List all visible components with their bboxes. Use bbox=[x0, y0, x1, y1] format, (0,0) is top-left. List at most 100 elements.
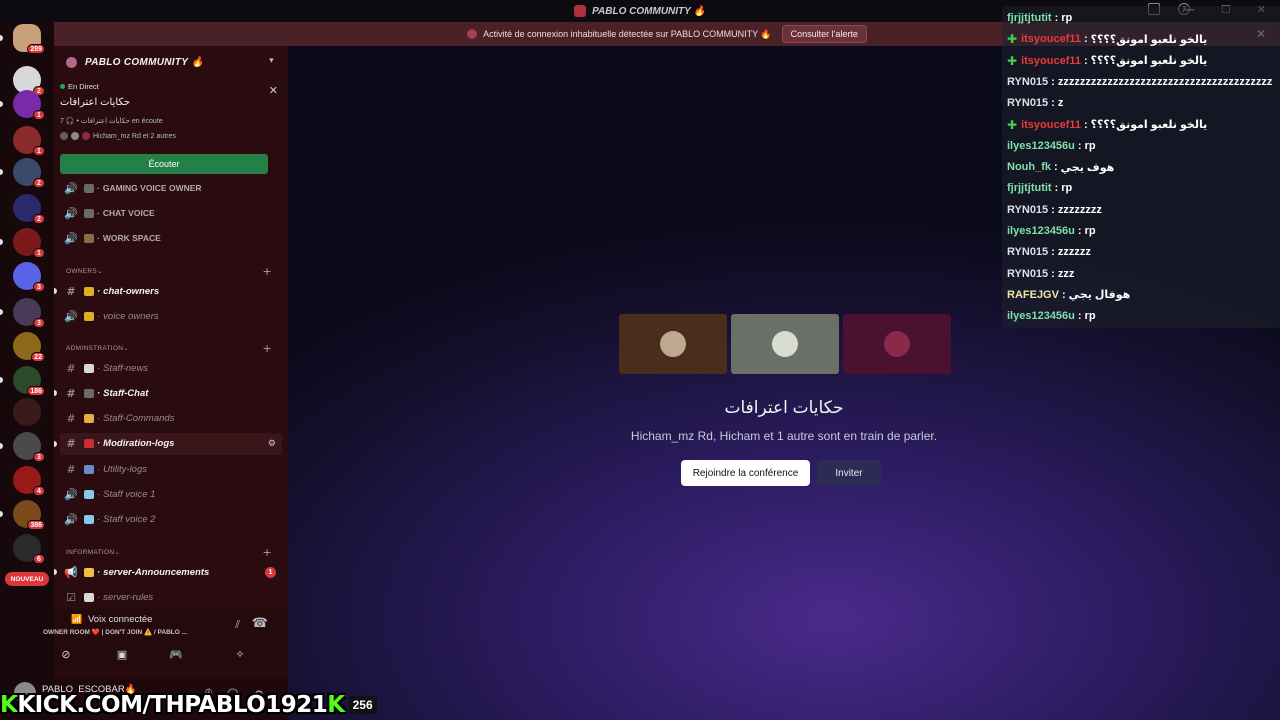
chat-text: rp bbox=[1084, 310, 1096, 323]
unread-badge: 3 bbox=[33, 282, 45, 292]
speaker-icon: 🔊 bbox=[64, 231, 78, 245]
speaker-tile[interactable] bbox=[731, 314, 839, 374]
unread-indicator bbox=[54, 390, 57, 397]
channel-row[interactable]: # · Staff-Chat bbox=[54, 382, 282, 404]
channel-name: Staff-Chat bbox=[103, 387, 149, 399]
chat-separator: : bbox=[1051, 267, 1055, 280]
view-alert-button[interactable]: Consulter l'alerte bbox=[781, 25, 867, 43]
chat-text: z bbox=[1057, 97, 1064, 110]
server-icon[interactable]: 4 bbox=[13, 466, 45, 496]
hashtag-icon: # bbox=[66, 412, 76, 426]
channel-emoji-icon bbox=[84, 286, 94, 296]
chat-separator: : bbox=[1051, 203, 1055, 216]
gear-icon[interactable]: ⚙ bbox=[268, 439, 276, 449]
invite-button[interactable]: Inviter bbox=[817, 460, 881, 486]
chat-message: ilyes123456u: rp bbox=[1007, 307, 1096, 325]
listen-button[interactable]: Écouter bbox=[60, 154, 268, 174]
chat-message: ✚ itsyoucef11: يالخو نلعبو امونق؟؟؟؟ bbox=[1007, 116, 1207, 134]
server-icon[interactable]: 1 bbox=[13, 90, 45, 120]
server-icon[interactable]: 186 bbox=[13, 366, 45, 396]
server-icon[interactable]: 22 bbox=[13, 332, 45, 362]
channel-row[interactable]: 🔊 · GAMING VOICE OWNER bbox=[60, 177, 282, 199]
chat-username: RYN015 bbox=[1007, 97, 1049, 110]
channel-row[interactable]: # · Staff-Commands bbox=[60, 408, 282, 430]
channel-row[interactable]: 📢 · server-Announcements 1 bbox=[54, 561, 282, 583]
separator-dot: · bbox=[97, 183, 100, 193]
add-channel-icon[interactable]: + bbox=[262, 546, 272, 559]
chat-separator: : bbox=[1077, 310, 1082, 323]
server-icon[interactable]: 289 bbox=[13, 24, 45, 54]
chat-text: zzzzzz bbox=[1057, 246, 1091, 259]
chat-separator: : bbox=[1077, 139, 1082, 152]
hashtag-icon: # bbox=[66, 462, 76, 476]
add-channel-icon[interactable]: + bbox=[262, 265, 272, 278]
chevron-down-icon[interactable]: ▾ bbox=[269, 56, 274, 66]
channel-row[interactable]: 🔊 · Staff voice 2 bbox=[60, 509, 282, 531]
chat-text: هوفال يجي bbox=[1068, 289, 1131, 302]
avatar bbox=[772, 331, 798, 357]
unread-indicator bbox=[54, 569, 57, 575]
chat-separator: : bbox=[1051, 246, 1055, 259]
screen-share-button[interactable]: ▣ bbox=[100, 644, 144, 664]
server-icon[interactable]: 386 bbox=[13, 500, 45, 530]
chat-message: RAFEJGV: هوفال يجي bbox=[1007, 286, 1130, 304]
channel-emoji-icon bbox=[84, 490, 94, 499]
channel-name: Staff-news bbox=[103, 362, 149, 374]
chat-message: ✚ itsyoucef11: يالخو نلعبو امونق؟؟؟؟ bbox=[1007, 30, 1207, 48]
channel-row[interactable]: 🔊 · Staff voice 1 bbox=[60, 484, 282, 506]
speaker-tile[interactable] bbox=[843, 314, 951, 374]
chat-separator: : bbox=[1083, 33, 1088, 46]
server-icon[interactable]: 3 bbox=[13, 298, 45, 328]
server-icon[interactable]: 6 bbox=[13, 534, 45, 564]
unread-badge: 6 bbox=[33, 554, 45, 564]
category-header[interactable]: ADMINSTRATION ⌄ + bbox=[66, 341, 282, 355]
channel-row[interactable]: ☑ · server-rules bbox=[60, 586, 282, 608]
server-list: 289 2 1 1 2 2 1 3 3 22 186 3 4 386 6 NOUVEAU bbox=[0, 22, 54, 720]
category-header[interactable]: INFORMATION ⌄ + bbox=[66, 545, 282, 559]
channel-row[interactable]: # · Utility-logs bbox=[60, 458, 282, 480]
server-icon[interactable]: 1 bbox=[13, 228, 45, 258]
activity-button[interactable]: 🎮 bbox=[154, 644, 198, 664]
server-icon[interactable]: 3 bbox=[13, 432, 45, 462]
server-icon[interactable] bbox=[13, 398, 41, 426]
category-label: ADMINSTRATION bbox=[66, 344, 124, 352]
unread-badge: 1 bbox=[33, 146, 45, 156]
close-icon[interactable]: ✕ bbox=[269, 84, 278, 97]
chat-message: ilyes123456u: rp bbox=[1007, 222, 1096, 240]
speaker-tile[interactable] bbox=[619, 314, 727, 374]
category-header[interactable]: OWNERS ⌄ + bbox=[66, 264, 282, 278]
chat-username: RYN015 bbox=[1007, 246, 1049, 259]
new-servers-badge[interactable]: NOUVEAU bbox=[5, 572, 49, 586]
hashtag-icon: # bbox=[66, 284, 76, 298]
disconnect-icon[interactable]: ☎ bbox=[252, 616, 268, 631]
soundboard-button[interactable]: ✧ bbox=[218, 644, 262, 664]
channel-row[interactable]: 🔊 · voice owners bbox=[60, 305, 282, 327]
add-channel-icon[interactable]: + bbox=[262, 342, 272, 355]
separator-dot: · bbox=[97, 310, 101, 322]
hashtag-icon: # bbox=[66, 361, 76, 375]
channel-emoji-icon bbox=[84, 464, 94, 474]
noise-suppression-icon[interactable]: ⫽ bbox=[235, 618, 240, 632]
channel-row[interactable]: # · chat-owners bbox=[54, 280, 282, 302]
channel-row[interactable]: # · Modiration-logs ⚙ bbox=[54, 432, 282, 455]
chat-message: fjrjjtjtutit: rp bbox=[1007, 179, 1072, 197]
speaker-icon: 🔊 bbox=[64, 513, 78, 527]
channel-emoji-icon bbox=[84, 439, 94, 449]
join-stage-button[interactable]: Rejoindre la conférence bbox=[681, 460, 810, 486]
unread-indicator bbox=[0, 169, 3, 175]
channel-emoji-icon bbox=[84, 233, 94, 243]
server-icon[interactable]: 2 bbox=[13, 158, 45, 188]
chat-username: RYN015 bbox=[1007, 75, 1049, 88]
unread-badge: 289 bbox=[27, 44, 45, 54]
chat-text: يالخو نلعبو امونق؟؟؟؟ bbox=[1090, 119, 1208, 131]
window-title: PABLO COMMUNITY 🔥 bbox=[592, 5, 706, 17]
chat-username: itsyoucef11 bbox=[1021, 118, 1081, 131]
server-header[interactable]: PABLO COMMUNITY 🔥 ▾ bbox=[54, 46, 288, 78]
channel-row[interactable]: 🔊 · WORK SPACE bbox=[60, 227, 282, 249]
channel-row[interactable]: 🔊 · CHAT VOICE bbox=[60, 202, 282, 224]
camera-off-button[interactable]: ⊘ bbox=[44, 644, 88, 664]
channel-row[interactable]: # · Staff-news bbox=[60, 357, 282, 379]
server-icon[interactable]: 3 bbox=[13, 262, 45, 292]
server-icon[interactable]: 1 bbox=[13, 126, 45, 156]
server-icon[interactable]: 2 bbox=[13, 194, 45, 224]
